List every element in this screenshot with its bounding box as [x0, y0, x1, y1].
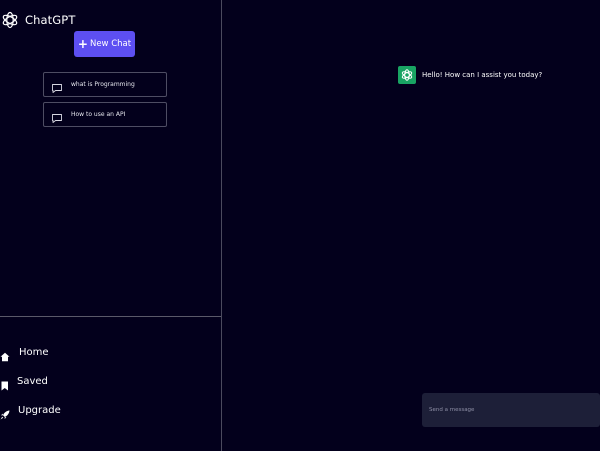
openai-logo-icon: [0, 10, 20, 30]
rocket-icon: [0, 405, 10, 420]
chat-history-item[interactable]: How to use an API: [43, 102, 167, 127]
chat-history-item[interactable]: what is Programming: [43, 72, 167, 97]
openai-logo-icon: [401, 69, 413, 81]
new-chat-button[interactable]: + New Chat: [74, 31, 135, 57]
chat-main: Hello! How can I assist you today?: [222, 0, 600, 451]
message-square-icon: [51, 109, 63, 123]
chat-history-label: what is Programming: [71, 81, 135, 88]
nav-item-home[interactable]: Home: [0, 343, 49, 362]
sidebar-top-section: ChatGPT + New Chat what is Programming H…: [0, 0, 221, 317]
nav-item-saved[interactable]: Saved: [0, 372, 48, 391]
home-icon: [0, 347, 10, 362]
message-input[interactable]: [427, 406, 600, 414]
nav-label: Upgrade: [18, 404, 61, 416]
bot-message-text: Hello! How can I assist you today?: [422, 71, 543, 79]
new-chat-label: New Chat: [89, 39, 132, 49]
nav-label: Saved: [17, 375, 48, 387]
brand: ChatGPT: [0, 9, 75, 31]
sidebar: ChatGPT + New Chat what is Programming H…: [0, 0, 222, 451]
chat-app: ChatGPT + New Chat what is Programming H…: [0, 0, 600, 451]
nav-label: Home: [19, 346, 49, 358]
nav-item-upgrade[interactable]: Upgrade: [0, 401, 61, 420]
bot-message: Hello! How can I assist you today?: [398, 66, 542, 84]
app-title: ChatGPT: [25, 13, 76, 27]
chat-history-label: How to use an API: [71, 111, 126, 118]
message-composer: [422, 393, 600, 427]
bot-avatar: [398, 66, 416, 84]
bookmark-icon: [0, 376, 10, 391]
message-square-icon: [51, 79, 63, 93]
plus-icon: +: [77, 37, 88, 51]
